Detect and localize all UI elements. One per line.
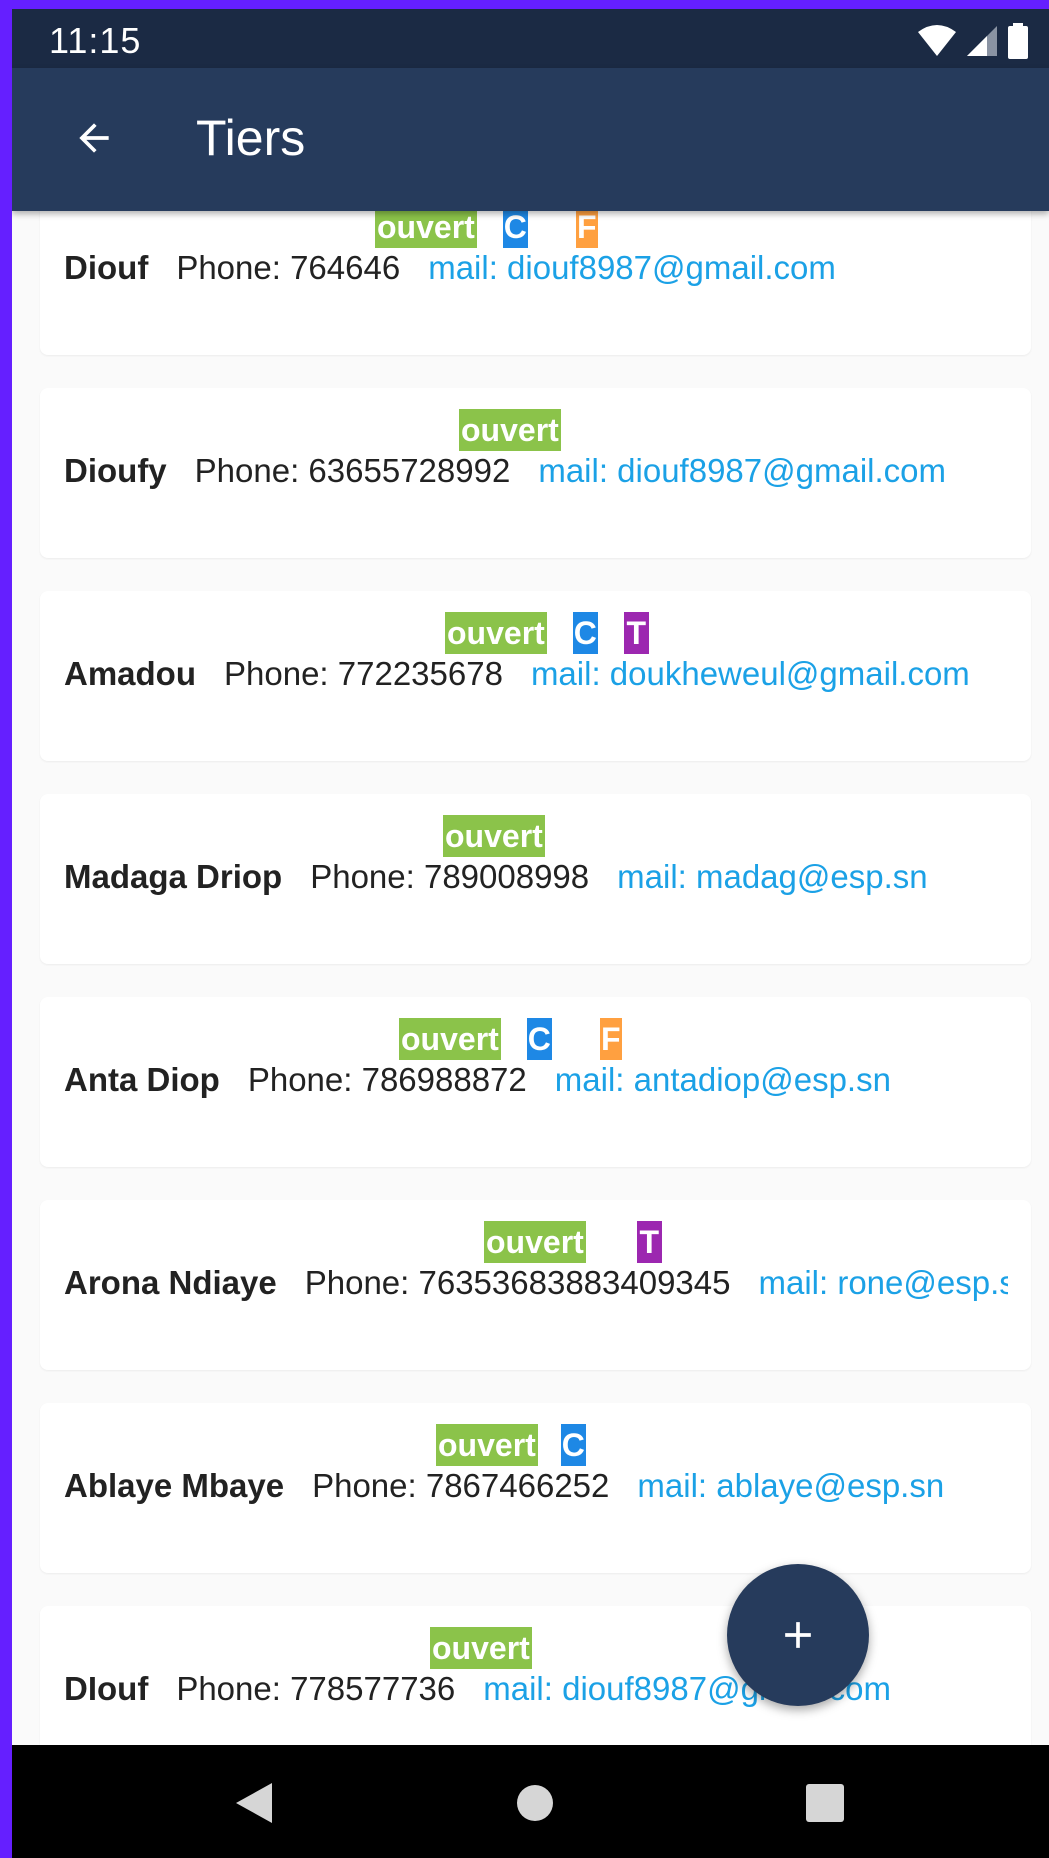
page-title: Tiers [196,110,306,166]
contact-mail[interactable]: mail: ablaye@esp.sn [637,1467,944,1505]
contact-mail[interactable]: mail: madag@esp.sn [617,858,927,896]
contact-name: DIouf [64,1670,149,1707]
contact-phone: Phone: 778577736 [176,1670,456,1707]
contact-mail[interactable]: mail: antadiop@esp.sn [555,1061,891,1099]
status-badge: ouvert [484,1221,586,1263]
nav-recents-icon [806,1784,844,1822]
contact-row: Ablaye Mbaye Phone: 7867466252 mail: abl… [64,1461,1008,1511]
contact-name: Arona Ndiaye [64,1264,277,1301]
contact-mail[interactable]: mail: diouf8987@gmail.com [428,249,836,287]
tag-badge-c: C [572,612,598,654]
contact-phone: Phone: 772235678 [224,655,503,692]
list-item[interactable]: ouvert C F Anta Diop Phone: 786988872 ma… [40,997,1031,1167]
status-badge: ouvert [443,815,545,857]
status-badge: ouvert [459,409,561,451]
app-bar: Tiers [12,68,1049,211]
system-nav-bar [12,1745,1049,1858]
tiers-list[interactable]: ouvert C F Diouf Phone: 764646 mail: dio… [12,211,1049,1746]
contact-name: Amadou [64,655,196,692]
wifi-icon [918,25,956,56]
tag-badge-c: C [560,1424,586,1466]
contact-name: Diouf [64,249,149,286]
add-icon [785,1622,811,1648]
list-item[interactable]: ouvert C Ablaye Mbaye Phone: 7867466252 … [40,1403,1031,1573]
status-badge: ouvert [430,1627,532,1669]
list-item[interactable]: ouvert DIouf Phone: 778577736 mail: diou… [40,1606,1031,1746]
arrow-back-icon [79,123,109,153]
nav-recents-button[interactable] [795,1773,855,1833]
contact-name: Anta Diop [64,1061,220,1098]
contact-row: DIouf Phone: 778577736 mail: diouf8987@g… [64,1664,1008,1714]
signal-icon [967,26,997,56]
status-badge: ouvert [399,1018,501,1060]
contact-phone: Phone: 786988872 [247,1061,527,1098]
tag-badge-f: F [599,1018,622,1060]
status-badge: ouvert [436,1424,538,1466]
list-item[interactable]: ouvert Madaga Driop Phone: 789008998 mai… [40,794,1031,964]
contact-row: Anta Diop Phone: 786988872 mail: antadio… [64,1055,1008,1105]
status-badge: ouvert [445,612,547,654]
contact-row: Diouf Phone: 764646 mail: diouf8987@gmai… [64,243,1008,293]
back-button[interactable] [54,98,134,178]
contact-mail[interactable]: mail: diouf8987@gmail.com [538,452,946,490]
contact-phone: Phone: 76353683883409345 [304,1264,731,1301]
list-item[interactable]: ouvert T Arona Ndiaye Phone: 76353683883… [40,1200,1031,1370]
tag-badge-t: T [636,1221,662,1263]
battery-icon [1008,23,1028,59]
list-item[interactable]: ouvert Dioufy Phone: 63655728992 mail: d… [40,388,1031,558]
add-tiers-button[interactable] [727,1564,869,1706]
list-item[interactable]: ouvert C T Amadou Phone: 772235678 mail:… [40,591,1031,761]
contact-phone: Phone: 7867466252 [312,1467,610,1504]
contact-phone: Phone: 789008998 [310,858,590,895]
contact-row: Madaga Driop Phone: 789008998 mail: mada… [64,852,1008,902]
contact-name: Madaga Driop [64,858,283,895]
contact-phone: Phone: 764646 [176,249,401,286]
contact-phone: Phone: 63655728992 [194,452,511,489]
contact-name: Ablaye Mbaye [64,1467,285,1504]
tag-badge-c: C [526,1018,552,1060]
nav-back-button[interactable] [224,1773,284,1833]
nav-home-button[interactable] [505,1773,565,1833]
list-item[interactable]: ouvert C F Diouf Phone: 764646 mail: dio… [40,211,1031,355]
contact-mail[interactable]: mail: rone@esp.sn [759,1264,1009,1302]
status-bar: 11:15 [12,9,1049,68]
device-screen: 11:15 Tiers ouvert C F Diouf Phone: 7646… [12,9,1049,1858]
contact-mail[interactable]: mail: doukheweul@gmail.com [531,655,970,693]
contact-row: Arona Ndiaye Phone: 76353683883409345 ma… [64,1258,1008,1308]
status-icons [917,21,1029,61]
contact-row: Amadou Phone: 772235678 mail: doukheweul… [64,649,1008,699]
tag-badge-t: T [623,612,649,654]
status-time: 11:15 [49,20,142,61]
nav-home-icon [517,1785,553,1821]
nav-back-icon [236,1783,272,1823]
contact-row: Dioufy Phone: 63655728992 mail: diouf898… [64,446,1008,496]
contact-name: Dioufy [64,452,167,489]
